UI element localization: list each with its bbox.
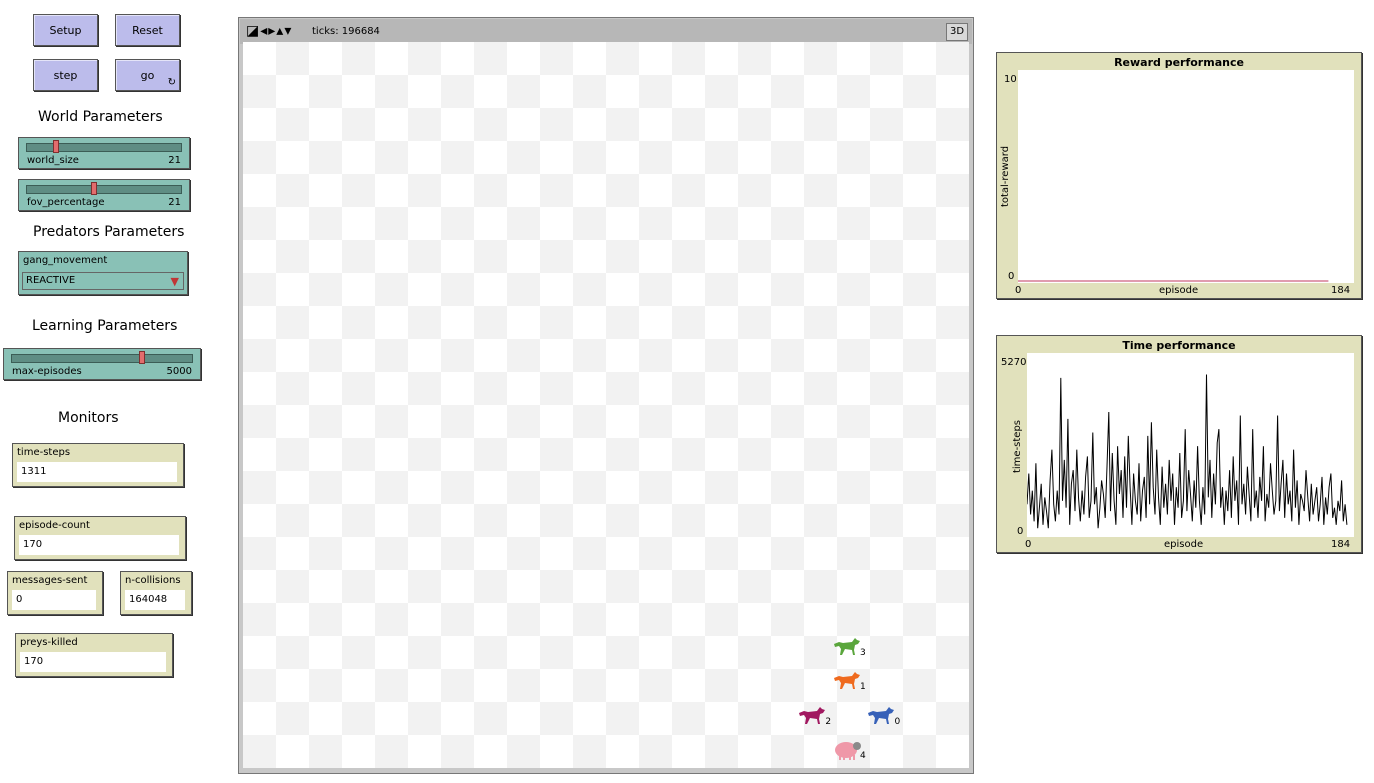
go-button-label: go [140,68,155,82]
monitors-title: Monitors [58,410,119,426]
x-min-tick: 0 [1025,539,1032,550]
monitor-value: 170 [19,535,179,555]
monitor-label: time-steps [17,447,71,458]
x-axis-label: episode [1164,539,1204,550]
fov-percentage-slider[interactable]: fov_percentage 21 [18,179,190,211]
view-toolbar: ◪◂▸▴▾ ticks: 196684 3D [240,19,972,44]
monitor-value: 170 [20,652,166,672]
time-performance-plot: Time performance 5270 0 0 184 episode ti… [996,335,1362,553]
max-episodes-slider[interactable]: max-episodes 5000 [3,348,201,380]
plot-title: Time performance [1122,339,1236,352]
world-grid[interactable]: 3 1 2 0 4 [243,42,969,768]
slider-label: max-episodes [12,366,82,377]
monitor-value: 164048 [125,590,185,610]
learning-parameters-title: Learning Parameters [32,318,178,334]
x-max-tick: 184 [1331,285,1351,296]
agent-id-label: 0 [894,716,901,727]
monitor-label: n-collisions [125,575,181,586]
slider-knob[interactable] [53,140,59,153]
agent-id-label: 2 [825,716,832,727]
plot-area [1026,353,1354,537]
slider-label: fov_percentage [27,197,105,208]
agent-id-label: 4 [859,751,866,762]
monitor-value: 0 [12,590,96,610]
episode-count-monitor: episode-count 170 [14,516,186,560]
monitor-label: messages-sent [12,575,88,586]
agent-id-label: 3 [859,647,866,658]
y-max-tick: 10 [1004,74,1017,85]
wolf-icon [833,637,860,655]
y-max-tick: 5270 [1001,357,1027,368]
reset-button[interactable]: Reset [115,14,180,46]
world-size-slider[interactable]: world_size 21 [18,137,190,169]
ticks-counter: ticks: 196684 [312,26,380,37]
sheep-icon [834,742,861,761]
triangle-down-icon: ▼ [170,275,179,288]
plot-area [1018,70,1354,283]
forever-icon: ↻ [167,77,176,88]
time-steps-monitor: time-steps 1311 [12,443,184,487]
setup-button-label: Setup [49,23,82,37]
horizontal-resize-icon[interactable]: ◂▸ [260,23,276,39]
slider-value: 21 [168,197,181,208]
x-min-tick: 0 [1015,285,1022,296]
agent-id-label: 1 [859,682,866,693]
y-axis-label: time-steps [1012,419,1024,474]
wolf-icon [799,706,826,724]
slider-track [26,143,182,152]
world-parameters-title: World Parameters [38,109,163,125]
series-line-0 [1026,374,1348,529]
y-min-tick: 0 [1008,271,1015,282]
setup-button[interactable]: Setup [33,14,98,46]
n-collisions-monitor: n-collisions 164048 [120,571,192,615]
wolf-icon [868,706,895,724]
wolf-icon [833,672,860,690]
step-button-label: step [53,68,78,82]
sheep-agent[interactable]: 4 [831,733,866,766]
go-button[interactable]: go ↻ [115,59,180,91]
chooser-select[interactable]: REACTIVE ▼ [22,272,184,290]
slider-label: world_size [27,155,79,166]
wolf-agent[interactable]: 1 [831,664,866,697]
step-button[interactable]: step [33,59,98,91]
plot-title: Reward performance [1114,56,1244,69]
predators-parameters-title: Predators Parameters [33,224,185,240]
x-axis-label: episode [1159,285,1199,296]
monitor-value: 1311 [17,462,177,482]
y-min-tick: 0 [1017,526,1024,537]
plot-svg [1018,280,1329,282]
slider-knob[interactable] [90,182,97,195]
slider-value: 21 [168,155,181,166]
x-max-tick: 184 [1331,539,1351,550]
slider-knob[interactable] [139,351,146,364]
reward-performance-plot: Reward performance 10 0 0 184 episode to… [996,52,1362,299]
wolf-agent[interactable]: 2 [796,699,832,732]
3d-view-button[interactable]: 3D [946,23,968,41]
gang-movement-chooser[interactable]: gang_movement REACTIVE ▼ [18,251,188,295]
chooser-label: gang_movement [23,255,108,266]
plot-svg [1026,374,1348,529]
zoom-tool-icon[interactable]: ◪ [246,23,260,39]
preys-killed-monitor: preys-killed 170 [15,633,173,677]
monitor-label: preys-killed [20,637,78,648]
chooser-value: REACTIVE [26,275,76,286]
wolf-agent[interactable]: 0 [865,699,901,732]
messages-sent-monitor: messages-sent 0 [7,571,103,615]
wolf-agent[interactable]: 3 [831,630,866,663]
slider-track [11,354,193,363]
vertical-resize-icon[interactable]: ▴▾ [276,23,292,39]
reset-button-label: Reset [132,23,163,37]
monitor-label: episode-count [19,520,90,531]
slider-track [26,185,182,194]
slider-value: 5000 [166,366,192,377]
y-axis-label: total-reward [1000,145,1012,208]
view-tools-icons[interactable]: ◪◂▸▴▾ [246,23,292,39]
